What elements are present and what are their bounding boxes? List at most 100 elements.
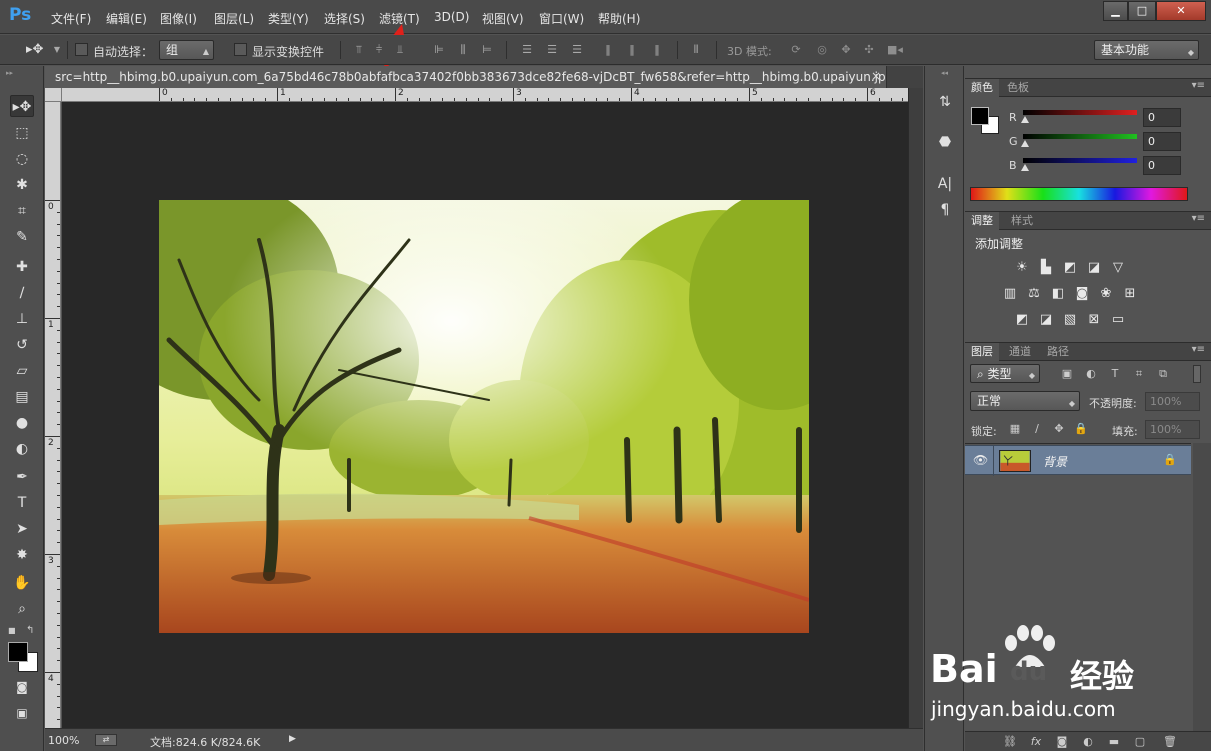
- green-slider[interactable]: [1023, 134, 1137, 139]
- brightness-contrast-icon[interactable]: ☀: [1013, 260, 1031, 276]
- tab-swatches[interactable]: 色板: [1001, 79, 1035, 97]
- 3d-panel-icon[interactable]: ⬣: [935, 132, 955, 152]
- panel-menu-icon[interactable]: ▾≡: [1192, 344, 1205, 355]
- move-tool-icon[interactable]: ▸✥: [10, 95, 34, 117]
- canvas-area[interactable]: [62, 102, 908, 728]
- menu-edit[interactable]: 编辑(E): [106, 10, 147, 27]
- new-layer-icon[interactable]: ▢: [1131, 734, 1149, 750]
- 3d-rotate-icon[interactable]: ⟳: [789, 43, 803, 57]
- blue-value-input[interactable]: 0: [1143, 156, 1181, 175]
- levels-icon[interactable]: ▙: [1037, 260, 1055, 276]
- invert-icon[interactable]: ◩: [1013, 312, 1031, 328]
- delete-layer-icon[interactable]: 🗑: [1161, 734, 1179, 750]
- tab-channels[interactable]: 通道: [1003, 343, 1037, 361]
- fill-input[interactable]: 100%: [1145, 420, 1200, 439]
- layer-filter-dropdown[interactable]: ⌕ 类型 ◆: [970, 364, 1040, 383]
- 3d-roll-icon[interactable]: ◎: [815, 43, 829, 57]
- preset-dropdown-icon[interactable]: ▼: [50, 43, 64, 57]
- blur-icon[interactable]: ●: [10, 412, 34, 434]
- selective-color-icon[interactable]: ⊠: [1085, 312, 1103, 328]
- eyedropper-icon[interactable]: ✎: [10, 226, 34, 248]
- close-window-button[interactable]: ✕: [1156, 1, 1206, 21]
- tab-adjustments[interactable]: 调整: [965, 212, 999, 230]
- menu-window[interactable]: 窗口(W): [539, 10, 584, 27]
- tab-styles[interactable]: 样式: [1005, 212, 1039, 230]
- custom-shape-icon[interactable]: ✸: [10, 544, 34, 566]
- link-layers-icon[interactable]: ⛓: [1001, 734, 1019, 750]
- blue-slider[interactable]: [1023, 158, 1137, 163]
- curves-icon[interactable]: ◩: [1061, 260, 1079, 276]
- paragraph-panel-icon[interactable]: ¶: [935, 200, 955, 220]
- autumn-forest-image[interactable]: [159, 200, 809, 633]
- swap-colors-icon[interactable]: ↰: [26, 625, 38, 637]
- visibility-eye-icon[interactable]: 👁: [973, 453, 988, 467]
- menu-file[interactable]: 文件(F): [51, 10, 91, 27]
- lock-image-icon[interactable]: ∕: [1029, 421, 1045, 437]
- zoom-level[interactable]: 100%: [48, 734, 79, 747]
- hand-icon[interactable]: ✋: [10, 572, 34, 594]
- gradient-icon[interactable]: ▤: [10, 386, 34, 408]
- distribute-vcenter-icon[interactable]: ☰: [545, 43, 559, 57]
- align-vcenter-icon[interactable]: ⫩: [372, 43, 386, 57]
- 3d-drag-icon[interactable]: ✥: [839, 43, 853, 57]
- close-document-icon[interactable]: ×: [871, 69, 885, 83]
- tab-color[interactable]: 颜色: [965, 79, 999, 97]
- filter-toggle[interactable]: [1193, 365, 1201, 383]
- distribute-right-icon[interactable]: ‖: [650, 43, 664, 57]
- vertical-scrollbar[interactable]: [908, 88, 923, 728]
- auto-select-dropdown[interactable]: 组 ▲▼: [159, 40, 214, 74]
- menu-3d[interactable]: 3D(D): [434, 10, 469, 24]
- pen-icon[interactable]: ✒: [10, 466, 34, 488]
- collapse-toolbox-icon[interactable]: ▸▸: [6, 69, 13, 77]
- quick-mask-icon[interactable]: ◙: [10, 676, 34, 698]
- pixel-filter-icon[interactable]: ▣: [1059, 366, 1075, 382]
- red-slider[interactable]: [1023, 110, 1137, 115]
- panel-menu-icon[interactable]: ▾≡: [1192, 213, 1205, 224]
- menu-view[interactable]: 视图(V): [482, 10, 524, 27]
- align-right-icon[interactable]: ⊨: [480, 43, 494, 57]
- brush-icon[interactable]: ∕: [10, 282, 34, 304]
- character-panel-icon[interactable]: A|: [935, 174, 955, 194]
- layer-style-icon[interactable]: fx: [1027, 734, 1045, 750]
- rectangular-marquee-icon[interactable]: ⬚: [10, 122, 34, 144]
- distribute-left-icon[interactable]: ‖: [601, 43, 615, 57]
- black-white-icon[interactable]: ◧: [1049, 286, 1067, 302]
- healing-brush-icon[interactable]: ✚: [10, 256, 34, 278]
- layer-thumbnail[interactable]: [999, 450, 1031, 472]
- document-tab[interactable]: src=http__hbimg.b0.upaiyun.com_6a75bd46c…: [45, 66, 887, 88]
- tab-layers[interactable]: 图层: [965, 343, 999, 361]
- vertical-ruler[interactable]: 0 1 2 3 4: [45, 102, 61, 728]
- menu-image[interactable]: 图像(I): [160, 10, 197, 27]
- layers-scrollbar[interactable]: [1193, 443, 1211, 731]
- vibrance-icon[interactable]: ▽: [1109, 260, 1127, 276]
- distribute-hcenter-icon[interactable]: ‖: [625, 43, 639, 57]
- distribute-bottom-icon[interactable]: ☰: [570, 43, 584, 57]
- red-slider-thumb[interactable]: [1021, 116, 1029, 123]
- shape-filter-icon[interactable]: ⌗: [1131, 366, 1147, 382]
- layer-name[interactable]: 背景: [1043, 453, 1067, 470]
- menu-type[interactable]: 类型(Y): [268, 10, 309, 27]
- panel-menu-icon[interactable]: ▾≡: [1192, 80, 1205, 91]
- gradient-map-icon[interactable]: ▭: [1109, 312, 1127, 328]
- opacity-input[interactable]: 100%: [1145, 392, 1200, 411]
- blend-mode-dropdown[interactable]: 正常 ◆: [970, 391, 1080, 411]
- 3d-scale-icon[interactable]: ■◂: [887, 43, 903, 57]
- threshold-icon[interactable]: ▧: [1061, 312, 1079, 328]
- default-colors-icon[interactable]: ■: [8, 626, 18, 636]
- horizontal-ruler[interactable]: 0 1 2 3 4 5 6: [62, 88, 908, 102]
- status-menu-arrow-icon[interactable]: ▶: [289, 734, 296, 744]
- menu-layer[interactable]: 图层(L): [214, 10, 254, 27]
- ruler-origin[interactable]: [45, 88, 62, 102]
- channel-mixer-icon[interactable]: ❀: [1097, 286, 1115, 302]
- type-filter-icon[interactable]: T: [1107, 366, 1123, 382]
- zoom-icon[interactable]: ⌕: [10, 598, 34, 620]
- distribute-top-icon[interactable]: ☰: [520, 43, 534, 57]
- tab-paths[interactable]: 路径: [1041, 343, 1075, 361]
- align-bottom-icon[interactable]: ⫫: [393, 43, 407, 57]
- lock-position-icon[interactable]: ✥: [1051, 421, 1067, 437]
- magic-wand-icon[interactable]: ✱: [10, 174, 34, 196]
- green-value-input[interactable]: 0: [1143, 132, 1181, 151]
- foreground-color-swatch[interactable]: [8, 642, 28, 662]
- add-mask-icon[interactable]: ◙: [1053, 734, 1071, 750]
- type-tool-icon[interactable]: T: [10, 492, 34, 514]
